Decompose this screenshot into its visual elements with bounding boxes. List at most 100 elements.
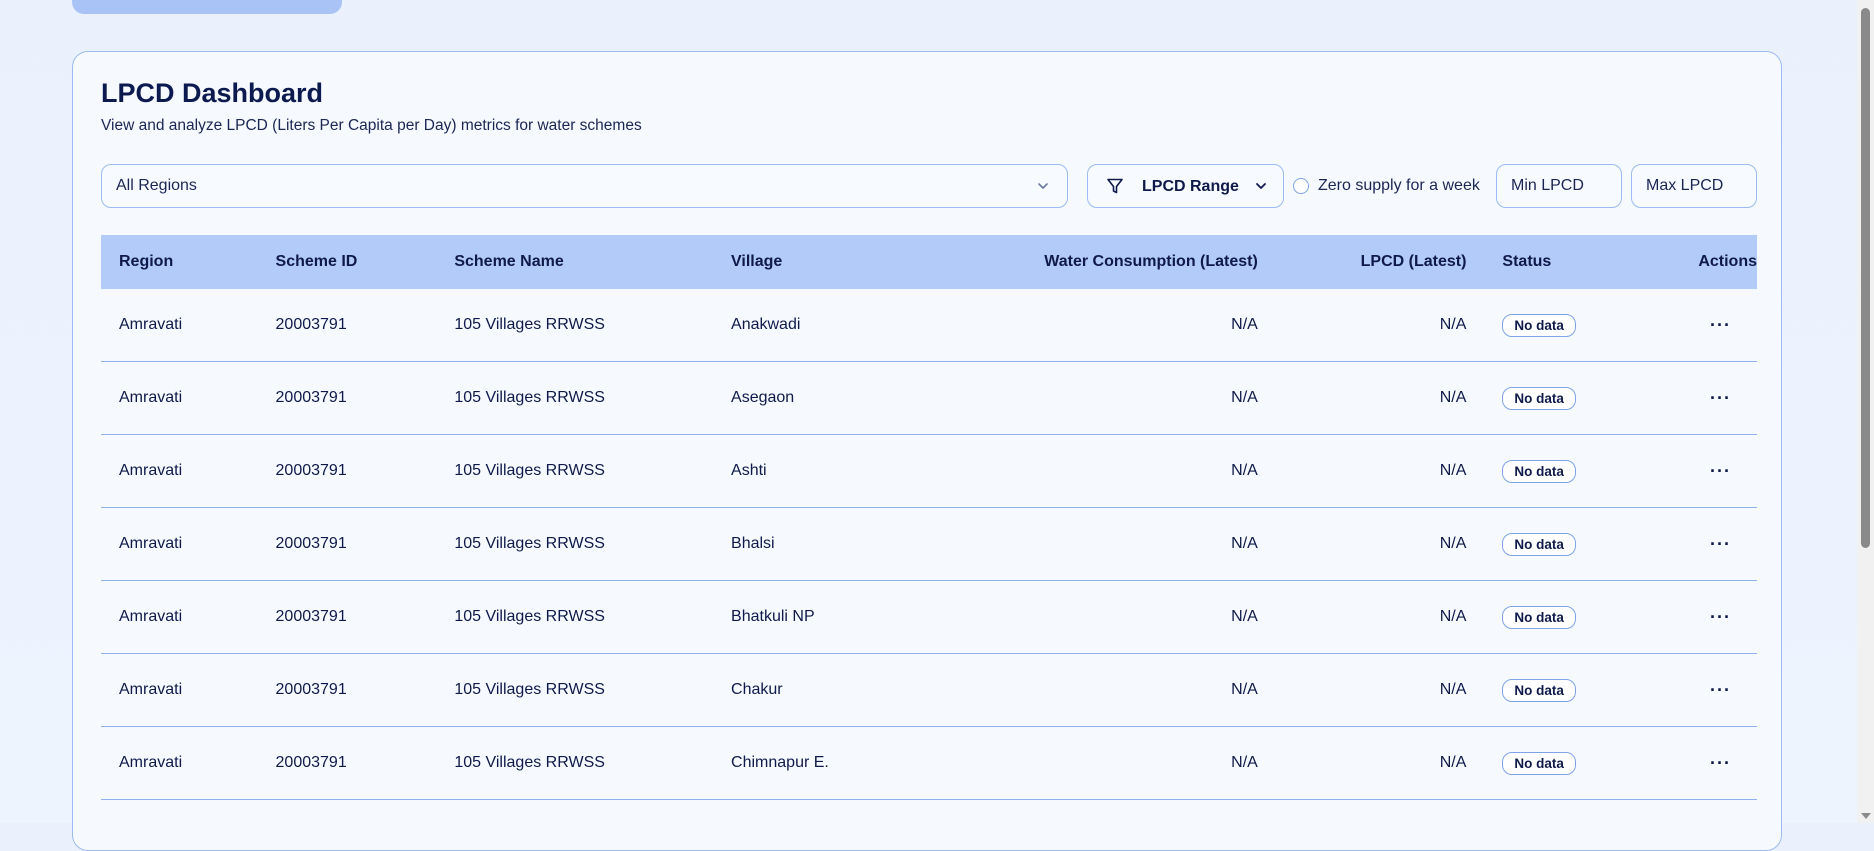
- chevron-down-icon: [1038, 183, 1048, 189]
- table-row: Amravati 20003791 105 Villages RRWSS Ana…: [101, 289, 1757, 362]
- more-horizontal-icon[interactable]: ···: [1710, 680, 1731, 700]
- more-horizontal-icon[interactable]: ···: [1710, 315, 1731, 335]
- chevron-down-icon: [1256, 183, 1266, 189]
- lpcd-dashboard-card: LPCD Dashboard View and analyze LPCD (Li…: [72, 51, 1782, 851]
- cell-region: Amravati: [101, 434, 276, 508]
- cell-scheme-name: 105 Villages RRWSS: [454, 361, 732, 435]
- cell-scheme-name: 105 Villages RRWSS: [454, 653, 732, 727]
- cell-scheme-id: 20003791: [275, 289, 455, 362]
- status-badge: No data: [1502, 678, 1576, 702]
- status-badge: No data: [1502, 751, 1576, 775]
- cell-lpcd: N/A: [1257, 580, 1467, 654]
- cell-scheme-name: 105 Villages RRWSS: [454, 580, 732, 654]
- lpcd-range-button[interactable]: LPCD Range: [1087, 164, 1284, 208]
- column-header-region[interactable]: Region: [101, 235, 276, 289]
- table-row: Amravati 20003791 105 Villages RRWSS Cha…: [101, 653, 1757, 727]
- cell-actions: ···: [1661, 434, 1757, 508]
- filter-icon: [1107, 178, 1123, 194]
- column-header-scheme-name[interactable]: Scheme Name: [454, 235, 732, 289]
- cell-scheme-id: 20003791: [275, 507, 455, 581]
- more-horizontal-icon[interactable]: ···: [1710, 461, 1731, 481]
- scroll-down-arrow-icon[interactable]: [1861, 813, 1871, 819]
- cell-village: Chakur: [731, 653, 944, 727]
- cell-water-consumption: N/A: [943, 507, 1258, 581]
- scrollbar-thumb[interactable]: [1861, 8, 1870, 548]
- cell-region: Amravati: [101, 726, 276, 800]
- column-header-lpcd[interactable]: LPCD (Latest): [1257, 235, 1467, 289]
- status-badge: No data: [1502, 605, 1576, 629]
- cell-lpcd: N/A: [1257, 434, 1467, 508]
- page-scrollbar[interactable]: [1857, 0, 1874, 823]
- max-lpcd-input[interactable]: [1631, 164, 1757, 208]
- cell-water-consumption: N/A: [943, 653, 1258, 727]
- cell-scheme-id: 20003791: [275, 653, 455, 727]
- region-select-value: All Regions: [116, 177, 197, 194]
- cell-status: No data: [1466, 361, 1662, 435]
- table-row: Amravati 20003791 105 Villages RRWSS Chi…: [101, 726, 1757, 800]
- cell-water-consumption: N/A: [943, 726, 1258, 800]
- column-header-status[interactable]: Status: [1466, 235, 1662, 289]
- more-horizontal-icon[interactable]: ···: [1710, 388, 1731, 408]
- cell-region: Amravati: [101, 580, 276, 654]
- cell-village: Asegaon: [731, 361, 944, 435]
- cell-region: Amravati: [101, 507, 276, 581]
- table-row: Amravati 20003791 105 Villages RRWSS Bha…: [101, 507, 1757, 581]
- cell-status: No data: [1466, 507, 1662, 581]
- cell-water-consumption: N/A: [943, 289, 1258, 362]
- cell-village: Anakwadi: [731, 289, 944, 362]
- cell-region: Amravati: [101, 653, 276, 727]
- status-badge: No data: [1502, 459, 1576, 483]
- cell-actions: ···: [1661, 653, 1757, 727]
- cell-actions: ···: [1661, 289, 1757, 362]
- lpcd-range-label: LPCD Range: [1142, 178, 1239, 195]
- more-horizontal-icon[interactable]: ···: [1710, 534, 1731, 554]
- table-row: Amravati 20003791 105 Villages RRWSS Bha…: [101, 580, 1757, 654]
- cell-status: No data: [1466, 289, 1662, 362]
- cell-lpcd: N/A: [1257, 361, 1467, 435]
- cell-scheme-id: 20003791: [275, 580, 455, 654]
- cell-actions: ···: [1661, 507, 1757, 581]
- cell-lpcd: N/A: [1257, 289, 1467, 362]
- cell-lpcd: N/A: [1257, 507, 1467, 581]
- cell-actions: ···: [1661, 361, 1757, 435]
- cell-lpcd: N/A: [1257, 726, 1467, 800]
- cell-village: Chimnapur E.: [731, 726, 944, 800]
- cell-lpcd: N/A: [1257, 653, 1467, 727]
- column-header-village[interactable]: Village: [731, 235, 944, 289]
- top-action-button[interactable]: [72, 0, 342, 14]
- cell-scheme-name: 105 Villages RRWSS: [454, 507, 732, 581]
- cell-village: Bhatkuli NP: [731, 580, 944, 654]
- cell-water-consumption: N/A: [943, 434, 1258, 508]
- zero-supply-radio[interactable]: [1293, 178, 1309, 194]
- cell-status: No data: [1466, 726, 1662, 800]
- table-header-row: Region Scheme ID Scheme Name Village Wat…: [101, 235, 1757, 289]
- more-horizontal-icon[interactable]: ···: [1710, 753, 1731, 773]
- min-lpcd-input[interactable]: [1496, 164, 1622, 208]
- table-row: Amravati 20003791 105 Villages RRWSS Ash…: [101, 434, 1757, 508]
- column-header-scheme-id[interactable]: Scheme ID: [275, 235, 455, 289]
- cell-status: No data: [1466, 580, 1662, 654]
- cell-actions: ···: [1661, 580, 1757, 654]
- page-subtitle: View and analyze LPCD (Liters Per Capita…: [101, 117, 642, 134]
- cell-scheme-name: 105 Villages RRWSS: [454, 726, 732, 800]
- cell-region: Amravati: [101, 361, 276, 435]
- cell-scheme-id: 20003791: [275, 726, 455, 800]
- cell-status: No data: [1466, 434, 1662, 508]
- lpcd-table: Region Scheme ID Scheme Name Village Wat…: [101, 235, 1757, 800]
- cell-village: Ashti: [731, 434, 944, 508]
- zero-supply-toggle[interactable]: Zero supply for a week: [1293, 164, 1480, 208]
- cell-actions: ···: [1661, 726, 1757, 800]
- cell-status: No data: [1466, 653, 1662, 727]
- region-select[interactable]: All Regions: [101, 164, 1068, 208]
- cell-water-consumption: N/A: [943, 361, 1258, 435]
- more-horizontal-icon[interactable]: ···: [1710, 607, 1731, 627]
- cell-water-consumption: N/A: [943, 580, 1258, 654]
- column-header-water-consumption[interactable]: Water Consumption (Latest): [943, 235, 1258, 289]
- cell-scheme-id: 20003791: [275, 361, 455, 435]
- column-header-actions: Actions: [1661, 235, 1757, 289]
- zero-supply-label: Zero supply for a week: [1318, 177, 1480, 194]
- page-title: LPCD Dashboard: [101, 78, 324, 108]
- cell-scheme-id: 20003791: [275, 434, 455, 508]
- status-badge: No data: [1502, 386, 1576, 410]
- table-row: Amravati 20003791 105 Villages RRWSS Ase…: [101, 361, 1757, 435]
